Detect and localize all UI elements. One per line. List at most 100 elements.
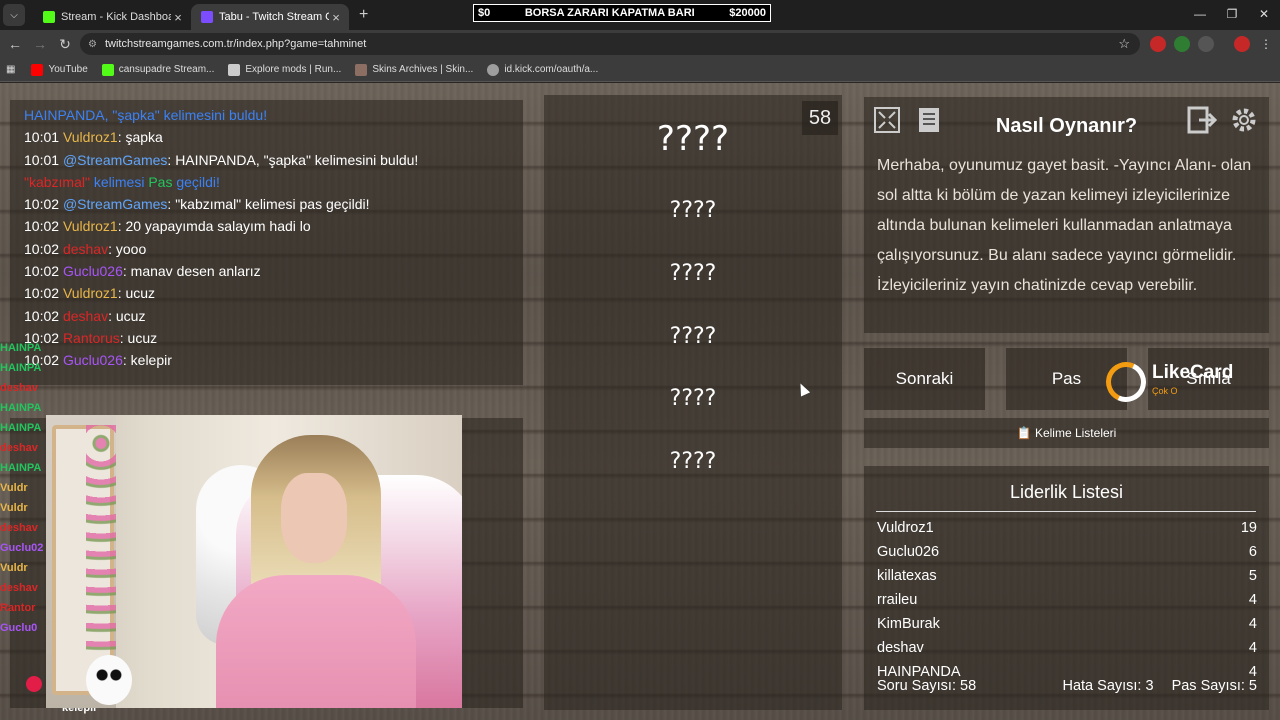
chat-message: 10:02 Vuldroz1: ucuz xyxy=(24,282,509,304)
chat-message: 10:01 Vuldroz1: şapka xyxy=(24,126,509,148)
tab-title: Tabu - Twitch Stream Games xyxy=(219,11,329,23)
how-to-play-panel: Nasıl Oynanır? Merhaba, oyunumuz gayet b… xyxy=(864,97,1269,333)
overlay-chat-user: HAINPA xyxy=(0,342,42,354)
chat-username[interactable]: Vuldroz1 xyxy=(63,129,118,145)
chat-text: ucuz xyxy=(115,307,146,324)
recording-icon xyxy=(26,676,42,692)
extension-red-icon[interactable] xyxy=(1150,36,1166,52)
chat-username[interactable]: Rantorus xyxy=(63,330,120,346)
chat-text: HAINPANDA, "şapka" kelimesini buldu! xyxy=(175,151,419,168)
overlay-chat-user: Guclu02 xyxy=(0,542,44,554)
word-lists-button[interactable]: 📋 Kelime Listeleri xyxy=(864,418,1269,448)
tab-kick-dashboard[interactable]: Stream - Kick Dashboard × xyxy=(33,4,191,30)
chat-text: kelepir xyxy=(130,352,172,369)
chat-username[interactable]: deshav xyxy=(63,241,108,257)
close-icon[interactable]: × xyxy=(329,10,343,25)
apps-grid-icon[interactable]: ▦ xyxy=(6,64,15,75)
tab-search-button[interactable]: ⌵ xyxy=(3,4,25,26)
clipboard-icon: 📋 xyxy=(1016,426,1032,440)
leaderboard-footer: Soru Sayısı: 58 Hata Sayısı: 3 Pas Sayıs… xyxy=(877,678,1257,694)
leaderboard-player: killatexas xyxy=(877,568,937,584)
bookmark-cansupadre[interactable]: cansupadre Stream... xyxy=(101,63,215,76)
stream-chat-panel: HAINPANDA, "şapka" kelimesini buldu! 10:0… xyxy=(10,100,523,385)
close-window-button[interactable]: ✕ xyxy=(1248,0,1280,30)
bookmarks-bar: ▦ YouTube cansupadre Stream... Explore m… xyxy=(0,58,1280,82)
leaderboard-player: KimBurak xyxy=(877,616,940,632)
chat-timestamp: 10:02 xyxy=(24,196,60,213)
chat-timestamp: 10:02 xyxy=(24,218,60,235)
chat-username[interactable]: Guclu026 xyxy=(63,263,123,279)
leaderboard-score: 5 xyxy=(1248,568,1257,584)
chat-message: 10:02 deshav: yooo xyxy=(24,238,509,260)
leaderboard-divider xyxy=(876,511,1256,512)
bookmark-youtube[interactable]: YouTube xyxy=(31,63,88,76)
overlay-chat-user: HAINPA xyxy=(0,362,42,374)
bookmark-label: cansupadre Stream... xyxy=(118,64,215,75)
reload-button[interactable]: ↻ xyxy=(54,36,76,53)
mods-icon xyxy=(228,63,241,76)
next-button[interactable]: Sonraki xyxy=(864,348,985,410)
extensions-puzzle-icon[interactable] xyxy=(1198,36,1214,52)
close-icon[interactable]: × xyxy=(171,10,185,25)
back-button[interactable]: ← xyxy=(4,36,26,52)
overlay-chat-user: deshav xyxy=(0,582,38,594)
chat-separator: : xyxy=(122,352,131,369)
profile-avatar[interactable] xyxy=(1234,36,1250,52)
leaderboard-score: 4 xyxy=(1248,664,1257,678)
chat-username[interactable]: Vuldroz1 xyxy=(63,218,118,234)
chat-text: yooo xyxy=(115,240,147,257)
leaderboard-score: 4 xyxy=(1248,640,1257,656)
menu-kebab-icon[interactable]: ⋮ xyxy=(1258,36,1274,52)
pass-count: Pas Sayısı: 5 xyxy=(1171,678,1257,694)
leaderboard-player: rraileu xyxy=(877,592,918,608)
extension-shield-icon[interactable] xyxy=(1174,36,1190,52)
bookmark-label: YouTube xyxy=(48,64,88,75)
leaderboard-row: Vuldroz1 19 xyxy=(877,520,1257,536)
chat-message: "kabzımal" kelimesi Pas geçildi! xyxy=(24,171,509,193)
leaderboard-row: Guclu026 6 xyxy=(877,544,1257,560)
youtube-icon xyxy=(31,63,44,76)
chat-notice: HAINPANDA, "şapka" kelimesini buldu! xyxy=(24,107,268,123)
site-info-icon[interactable]: ⚙ xyxy=(88,39,97,50)
chat-timestamp: 10:02 xyxy=(24,285,60,302)
chat-username[interactable]: @StreamGames xyxy=(63,152,167,168)
bookmark-label: Skins Archives | Skin... xyxy=(372,64,474,75)
settings-gear-icon[interactable] xyxy=(1227,103,1261,137)
taboo-word: ???? xyxy=(669,261,717,286)
error-count: Hata Sayısı: 3 xyxy=(1062,678,1154,694)
chat-separator: : xyxy=(108,307,116,324)
chat-text: ucuz xyxy=(125,285,156,302)
maximize-button[interactable]: ❐ xyxy=(1216,0,1248,30)
chat-notice: geçildi! xyxy=(172,173,220,190)
exit-icon[interactable] xyxy=(1185,103,1219,137)
chat-username[interactable]: Vuldroz1 xyxy=(63,285,118,301)
chat-message: 10:02 Guclu026: manav desen anlarız xyxy=(24,260,509,282)
overlay-chat-user: Guclu0 xyxy=(0,622,38,634)
bookmark-explore-mods[interactable]: Explore mods | Run... xyxy=(228,63,341,76)
leaderboard-title: Liderlik Listesi xyxy=(1009,482,1124,502)
tab-tabu-stream-games[interactable]: Tabu - Twitch Stream Games × xyxy=(191,4,349,30)
minimize-button[interactable]: — xyxy=(1184,0,1216,30)
webcam-streamer-body xyxy=(216,575,416,708)
bookmark-star-icon[interactable]: ☆ xyxy=(1118,36,1130,52)
bookmark-kick-oauth[interactable]: id.kick.com/oauth/a... xyxy=(487,63,598,76)
leaderboard-row: HAINPANDA 4 xyxy=(877,664,1257,678)
chat-text: ucuz xyxy=(127,329,158,346)
chat-username[interactable]: Guclu026 xyxy=(63,352,123,368)
taboo-word: ???? xyxy=(669,198,717,223)
kick-icon xyxy=(101,63,114,76)
chat-separator: : xyxy=(122,263,131,280)
chat-username[interactable]: deshav xyxy=(63,308,108,324)
address-bar[interactable]: ⚙ twitchstreamgames.com.tr/index.php?gam… xyxy=(80,33,1140,55)
borsa-title: BORSA ZARARI KAPATMA BARI xyxy=(524,7,695,19)
new-tab-button[interactable]: + xyxy=(359,6,368,24)
tab-bar: ⌵ Stream - Kick Dashboard × Tabu - Twitc… xyxy=(0,0,1280,30)
chat-username[interactable]: @StreamGames xyxy=(63,196,167,212)
leaderboard-player: HAINPANDA xyxy=(877,664,961,678)
leaderboard-row: KimBurak 4 xyxy=(877,616,1257,632)
kick-favicon-icon xyxy=(43,11,55,23)
forward-button[interactable]: → xyxy=(29,36,51,52)
bookmark-skins-archives[interactable]: Skins Archives | Skin... xyxy=(355,63,474,76)
chat-message: 10:02 @StreamGames: "kabzımal" kelimesi … xyxy=(24,193,509,215)
chat-text: şapka xyxy=(125,129,163,146)
